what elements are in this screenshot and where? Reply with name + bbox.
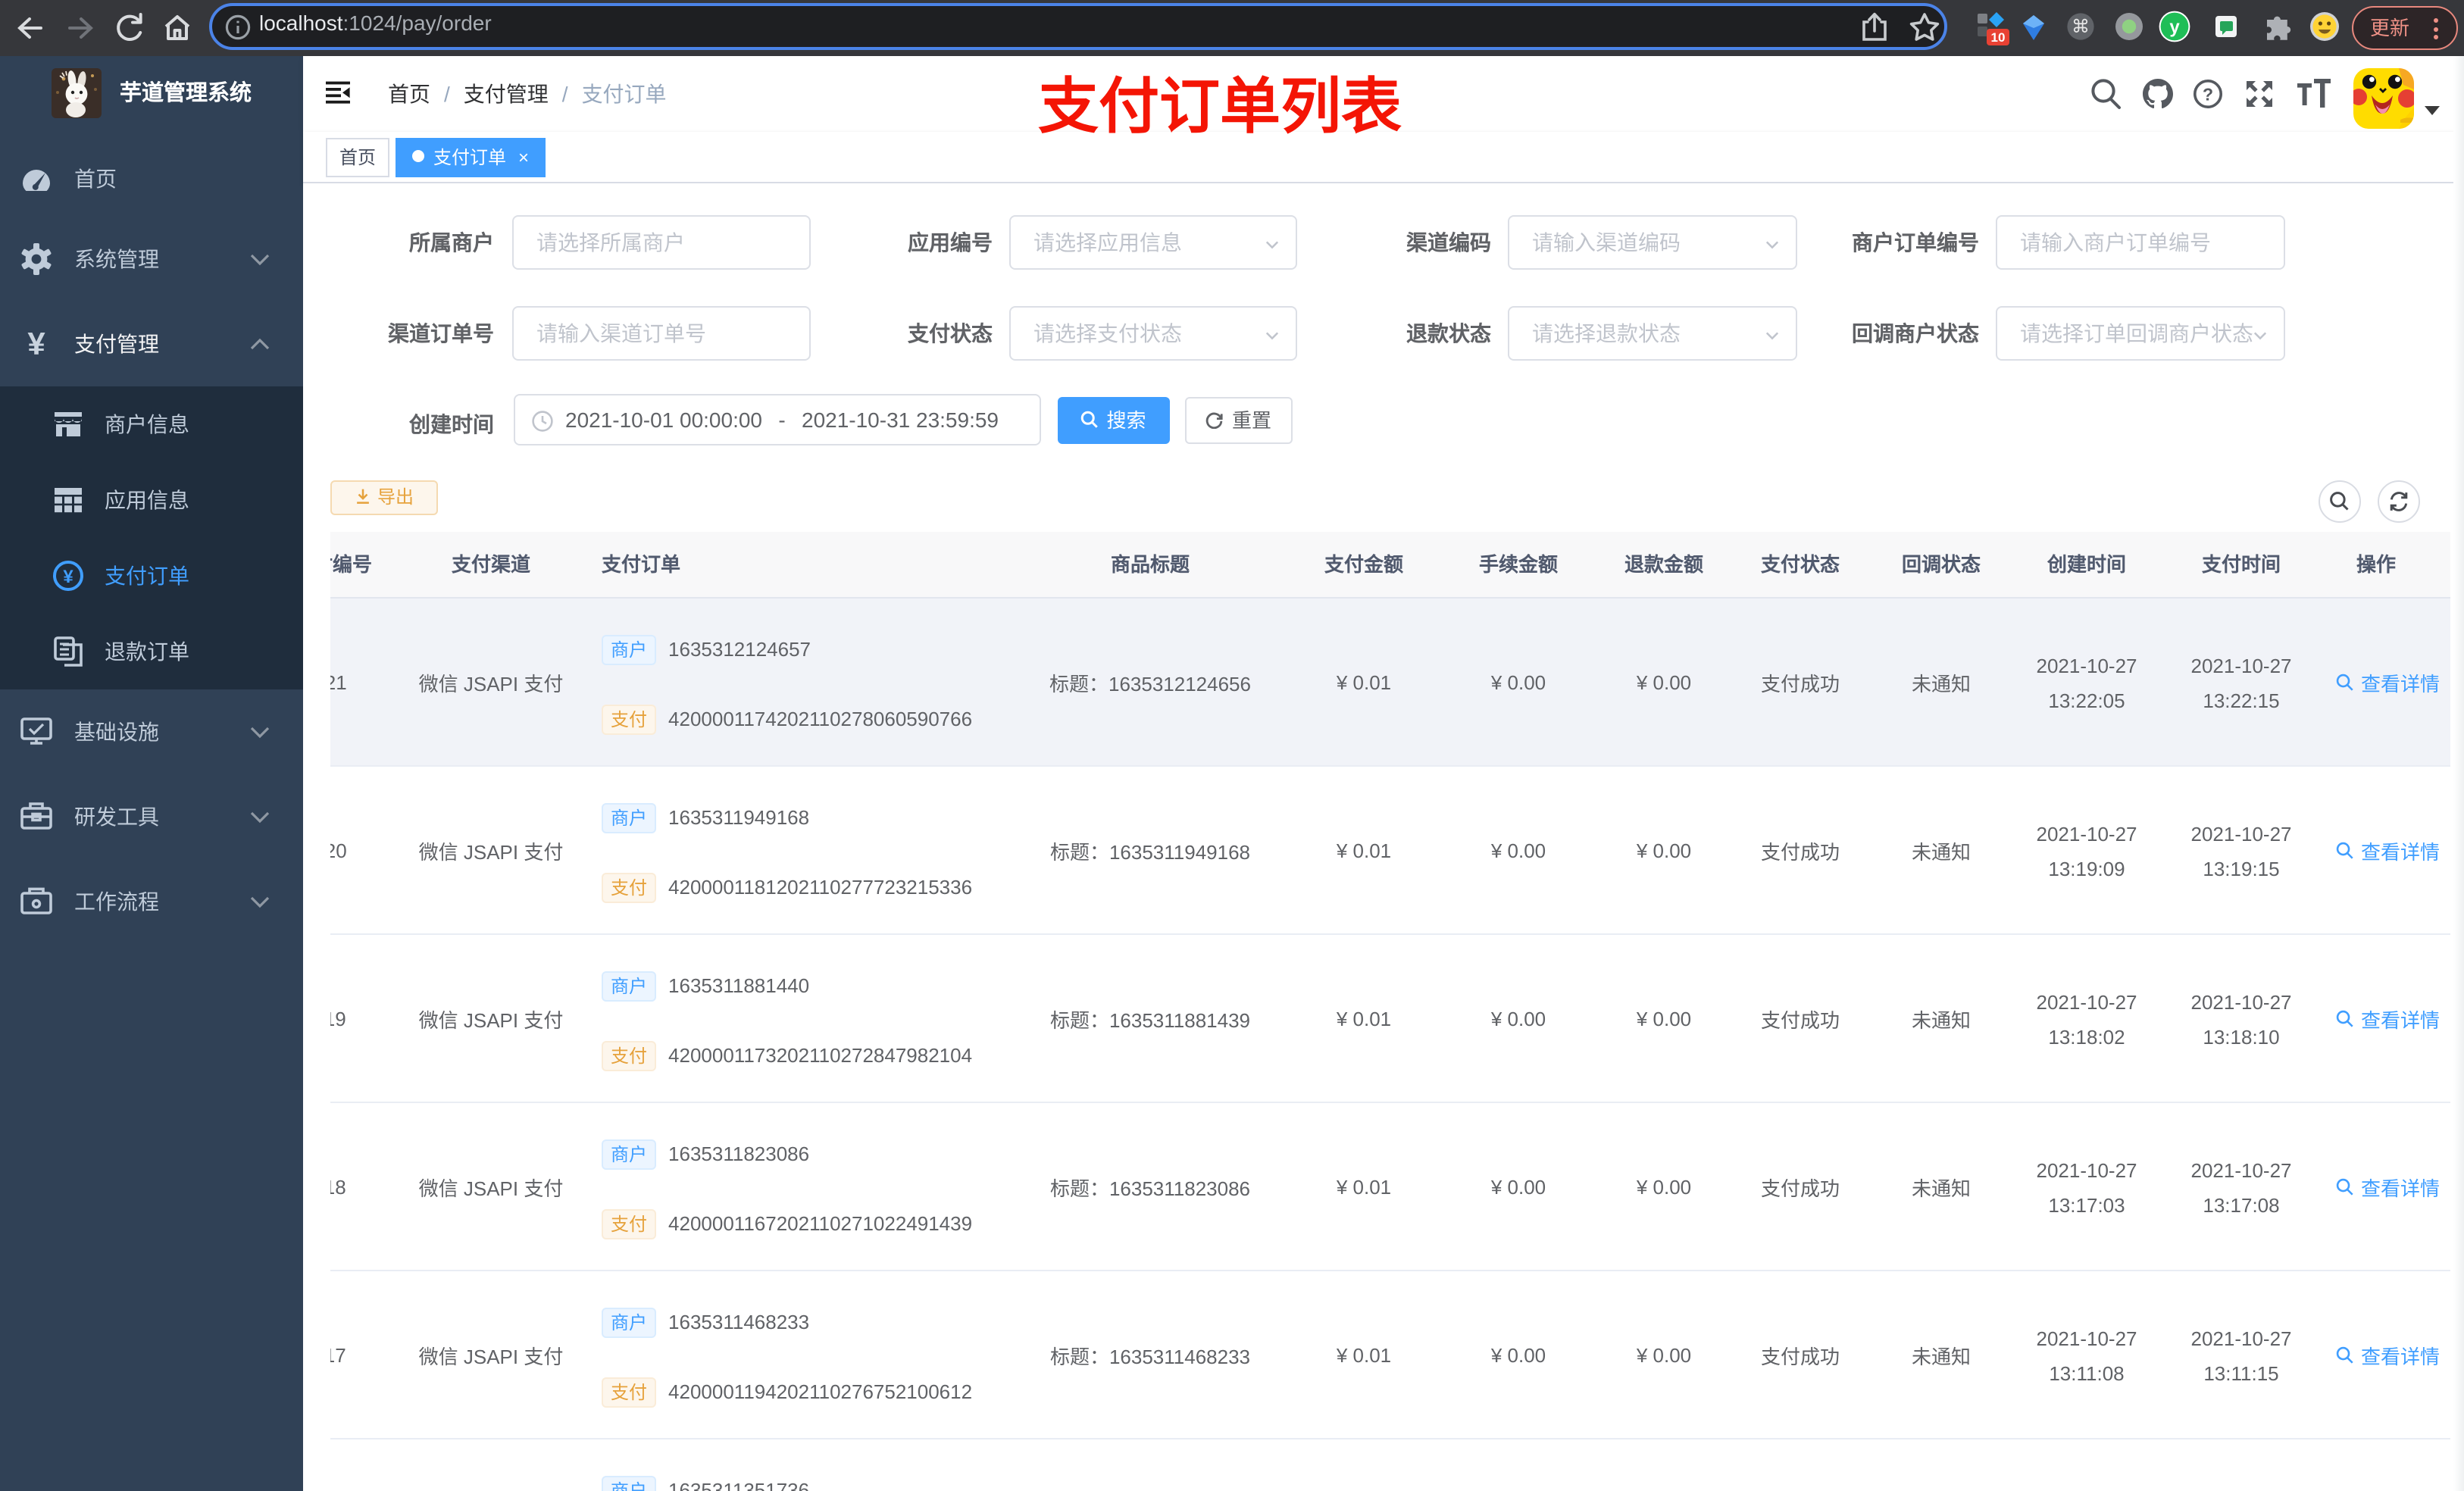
svg-text:¥: ¥ <box>63 567 73 587</box>
svg-text:¥: ¥ <box>27 326 45 361</box>
svg-text:?: ? <box>2203 85 2213 105</box>
